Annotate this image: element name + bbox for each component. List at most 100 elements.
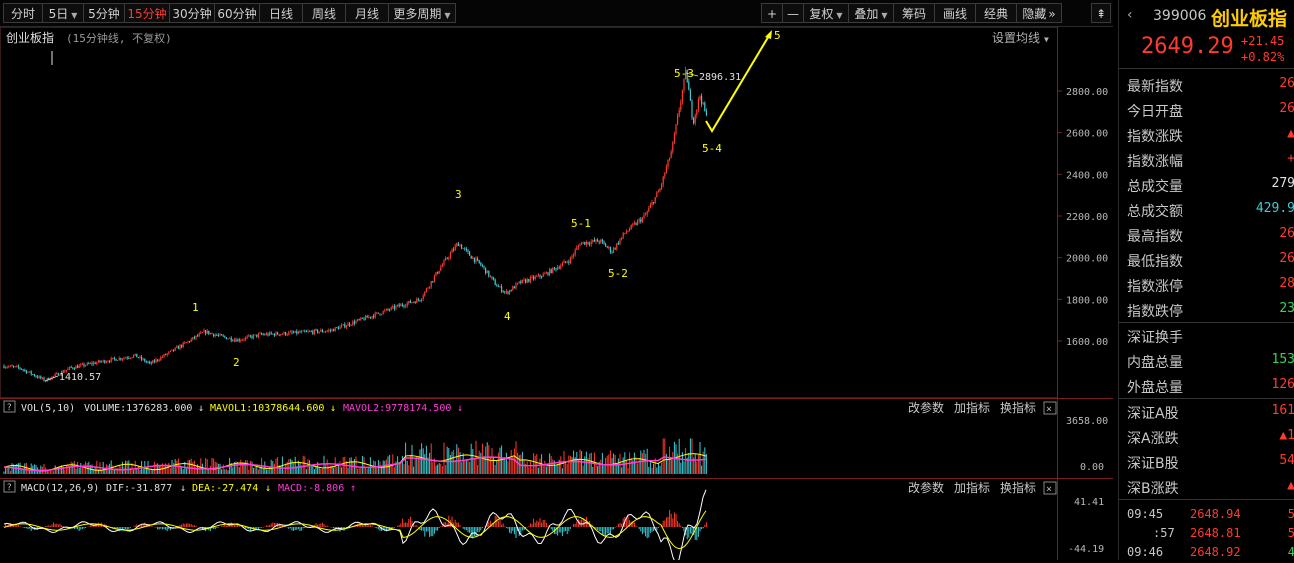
macd-btn-0[interactable]: 改参数 bbox=[908, 480, 944, 495]
candle-body bbox=[185, 342, 187, 344]
candle-body bbox=[477, 258, 479, 260]
candle-body bbox=[381, 313, 383, 315]
quote-row: 指数涨幅 + bbox=[1119, 147, 1294, 172]
main-chart-frame bbox=[0, 27, 1058, 398]
back-icon[interactable]: ‹ bbox=[1127, 7, 1133, 23]
quote-row: 今日开盘 26 bbox=[1119, 97, 1294, 122]
toolbar-button-label: 复权 bbox=[809, 7, 834, 21]
quote-label: 最高指数 bbox=[1127, 229, 1183, 245]
candle-body bbox=[283, 332, 285, 334]
toolbar-button-7[interactable]: 隐藏» bbox=[1016, 3, 1062, 23]
kline-chart-svg[interactable]: 创业板指 (15分钟线, 不复权) 设置均线 ▼ 2800.002600.002… bbox=[0, 27, 1113, 563]
candle-body bbox=[337, 327, 339, 330]
macd-close-x[interactable]: × bbox=[1046, 484, 1052, 495]
candle-body bbox=[270, 332, 272, 334]
macd-btn-1[interactable]: 加指标 bbox=[954, 480, 990, 495]
period-tab-2[interactable]: 5分钟 bbox=[83, 3, 125, 23]
macd-y-axis: 41.41 -44.19 bbox=[1068, 497, 1104, 555]
candle-body bbox=[11, 365, 13, 367]
macd-help-icon: ? bbox=[7, 483, 12, 493]
macd-buttons[interactable]: 改参数 加指标 换指标 × bbox=[908, 480, 1057, 495]
candle-body bbox=[529, 277, 531, 282]
quote-value: 23 bbox=[1279, 301, 1294, 316]
candle-body bbox=[320, 330, 322, 332]
toolbar-button-2[interactable]: 复权 ▼ bbox=[803, 3, 849, 23]
period-tab-4[interactable]: 30分钟 bbox=[169, 3, 215, 23]
vol-close-x[interactable]: × bbox=[1046, 404, 1052, 415]
period-tab-9[interactable]: 更多周期 ▼ bbox=[388, 3, 456, 23]
macd-dif-text: DIF:-31.877 bbox=[106, 483, 172, 494]
candle-body bbox=[233, 339, 235, 341]
period-tab-8[interactable]: 月线 bbox=[345, 3, 389, 23]
candle-body bbox=[32, 374, 34, 375]
candle-body bbox=[158, 360, 160, 361]
dropdown-icon: ▼ bbox=[836, 11, 843, 20]
candle-body bbox=[485, 267, 487, 274]
candle-body bbox=[473, 257, 475, 262]
candle-body bbox=[134, 353, 136, 356]
candle-body bbox=[275, 332, 277, 336]
toolbar-button-6[interactable]: 经典 bbox=[975, 3, 1017, 23]
vol-btn-2[interactable]: 换指标 bbox=[1000, 400, 1036, 415]
candle-body bbox=[157, 359, 159, 361]
candle-body bbox=[309, 331, 311, 333]
candle-body bbox=[331, 329, 333, 331]
change-percent: +0.82% bbox=[1241, 50, 1285, 64]
candle-body bbox=[365, 316, 367, 321]
candle-body bbox=[6, 367, 8, 368]
toolbar-button-label: 叠加 bbox=[854, 7, 879, 21]
candle-body bbox=[525, 279, 527, 283]
fullscreen-icon[interactable]: ⇞ bbox=[1091, 3, 1111, 23]
candle-body bbox=[539, 274, 541, 277]
quote-row: 最低指数 26 bbox=[1119, 247, 1294, 272]
candle-body bbox=[213, 333, 215, 337]
candle-body bbox=[67, 368, 69, 370]
ma-settings-dropdown-icon[interactable]: ▼ bbox=[1044, 35, 1049, 44]
vol-btn-1[interactable]: 加指标 bbox=[954, 400, 990, 415]
candle-body bbox=[389, 309, 391, 311]
candle-body bbox=[635, 223, 637, 225]
vol-buttons[interactable]: 改参数 加指标 换指标 × bbox=[908, 400, 1057, 415]
candle-body bbox=[382, 311, 384, 314]
candle-body bbox=[40, 376, 42, 379]
candle-body bbox=[653, 202, 655, 204]
toolbar-button-0[interactable]: + bbox=[761, 3, 783, 23]
candle-body bbox=[449, 252, 451, 258]
toolbar-button-5[interactable]: 画线 bbox=[934, 3, 976, 23]
candle-body bbox=[83, 363, 85, 367]
candle-body bbox=[665, 166, 667, 174]
candle-body bbox=[448, 257, 450, 259]
candle-body bbox=[376, 312, 378, 314]
candle-body bbox=[574, 250, 576, 255]
period-tab-7[interactable]: 周线 bbox=[302, 3, 346, 23]
toolbar-button-1[interactable]: — bbox=[782, 3, 804, 23]
candle-body bbox=[126, 357, 128, 359]
candle-body bbox=[645, 214, 647, 216]
ma-settings-button[interactable]: 设置均线 bbox=[992, 31, 1040, 45]
chart-area[interactable]: 创业板指 (15分钟线, 不复权) 设置均线 ▼ 2800.00 2600.00 2… bbox=[0, 27, 1113, 563]
period-tab-3[interactable]: 15分钟 bbox=[124, 3, 170, 23]
toolbar-button-3[interactable]: 叠加 ▼ bbox=[848, 3, 894, 23]
period-tab-5[interactable]: 60分钟 bbox=[214, 3, 260, 23]
candle-body bbox=[315, 329, 317, 331]
candle-body bbox=[131, 357, 133, 359]
quote-row: 外盘总量 126 bbox=[1119, 373, 1294, 398]
index-code: 399006 bbox=[1153, 8, 1207, 24]
candle-body bbox=[230, 337, 232, 341]
quote-value: 126 bbox=[1271, 377, 1294, 392]
candle-body bbox=[515, 283, 517, 289]
candle-body bbox=[393, 306, 395, 309]
candle-body bbox=[238, 339, 240, 341]
period-tab-1[interactable]: 5日 ▼ bbox=[42, 3, 84, 23]
period-tab-0[interactable]: 分时 bbox=[3, 3, 43, 23]
candle-body bbox=[168, 351, 170, 354]
candle-body bbox=[584, 241, 586, 245]
macd-btn-2[interactable]: 换指标 bbox=[1000, 480, 1036, 495]
candle-body bbox=[43, 377, 45, 381]
candle-body bbox=[395, 306, 397, 309]
vol-btn-0[interactable]: 改参数 bbox=[908, 400, 944, 415]
candle-body bbox=[155, 359, 157, 362]
candle-body bbox=[488, 270, 490, 277]
period-tab-6[interactable]: 日线 bbox=[259, 3, 303, 23]
toolbar-button-4[interactable]: 筹码 bbox=[893, 3, 935, 23]
